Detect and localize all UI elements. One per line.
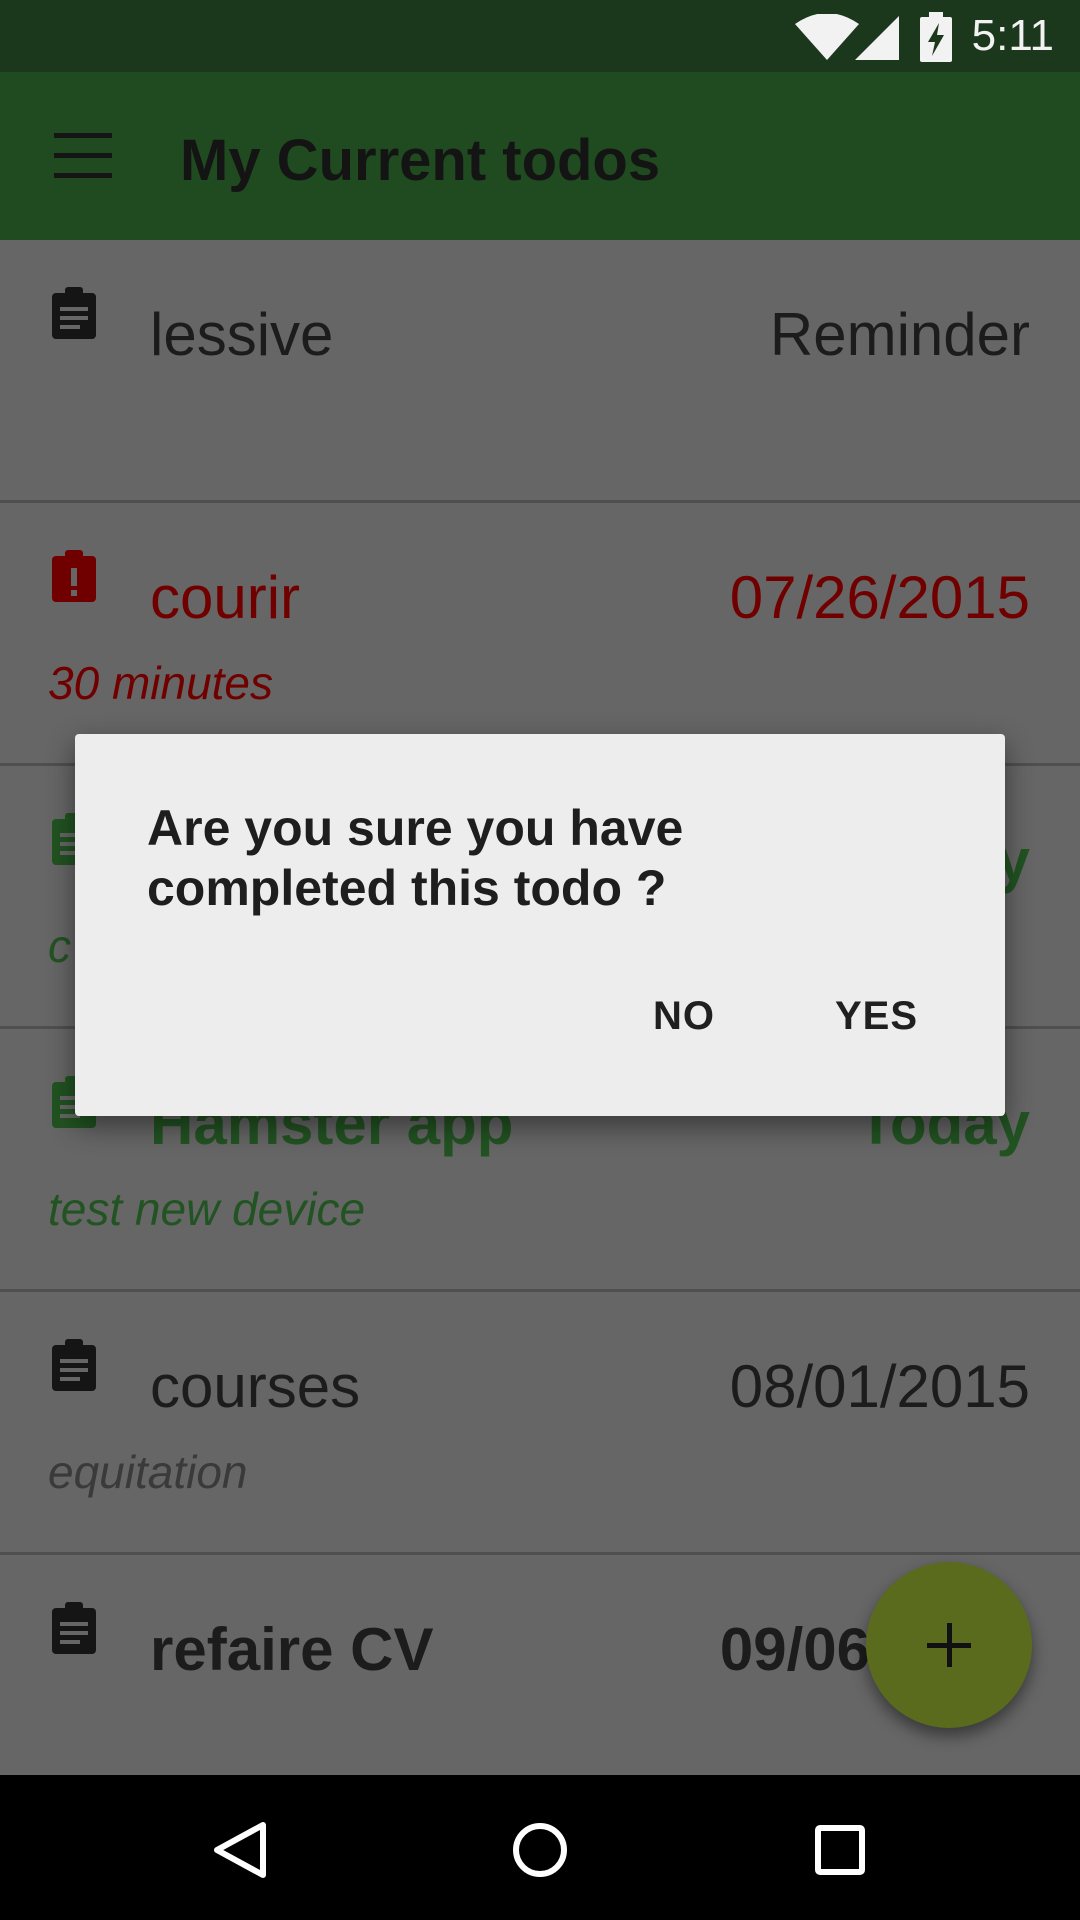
todo-date: 07/26/2015	[729, 564, 1030, 631]
yes-button[interactable]: YES	[835, 992, 918, 1040]
status-bar: 5:11	[0, 0, 1080, 72]
todo-date: 08/01/2015	[729, 1353, 1030, 1420]
todo-item[interactable]: lessive Reminder	[0, 240, 1080, 503]
home-icon[interactable]	[485, 1795, 595, 1905]
battery-charging-icon	[920, 12, 952, 62]
no-button[interactable]: NO	[653, 992, 715, 1040]
cell-signal-icon	[855, 16, 899, 60]
clipboard-icon	[52, 287, 96, 339]
back-icon[interactable]	[185, 1795, 295, 1905]
clipboard-icon	[52, 1339, 96, 1391]
todo-name: refaire CV	[150, 1616, 434, 1683]
todo-description: equitation	[48, 1446, 248, 1498]
todo-description: test new device	[48, 1183, 366, 1235]
page-title: My Current todos	[180, 128, 661, 193]
dialog-message: Are you sure you have completed this tod…	[147, 800, 684, 916]
todo-description: 30 minutes	[48, 657, 274, 709]
wifi-icon	[795, 14, 859, 60]
recents-icon[interactable]	[785, 1795, 895, 1905]
todo-name: courses	[150, 1353, 361, 1420]
clipboard-alert-icon	[52, 550, 96, 602]
add-todo-button[interactable]	[866, 1562, 1032, 1728]
status-time: 5:11	[971, 11, 1054, 60]
todo-description: c	[48, 920, 71, 972]
todo-item[interactable]: courses 08/01/2015 equitation	[0, 1292, 1080, 1555]
todo-name: courir	[150, 564, 301, 631]
todo-date: 09/06	[719, 1616, 870, 1683]
todo-name: lessive	[150, 301, 334, 368]
todo-date: Reminder	[769, 301, 1030, 368]
confirm-dialog: Are you sure you have completed this tod…	[75, 734, 1005, 1116]
clipboard-icon	[52, 1602, 96, 1654]
todo-item[interactable]: courir 07/26/2015 30 minutes	[0, 503, 1080, 766]
hamburger-menu-icon[interactable]	[54, 133, 112, 179]
navigation-bar	[0, 1775, 1080, 1920]
app-toolbar: My Current todos	[0, 72, 1080, 240]
